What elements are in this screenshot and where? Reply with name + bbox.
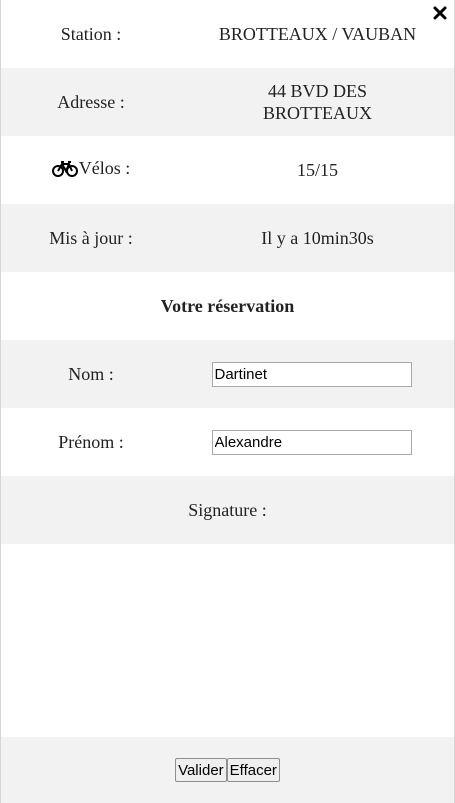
reservation-heading: Votre réservation (160, 295, 295, 316)
station-panel: Station : BROTTEAUX / VAUBAN Adresse : 4… (0, 0, 455, 803)
first-name-wrap (181, 429, 454, 455)
first-name-row: Prénom : (1, 408, 454, 476)
bikes-row: Vélos : 15/15 (1, 136, 454, 204)
updated-row: Mis à jour : Il y a 10min30s (1, 204, 454, 272)
address-label: Adresse : (57, 91, 125, 112)
close-icon[interactable] (432, 5, 448, 21)
bicycle-icon (51, 161, 78, 182)
validate-button[interactable]: Valider (175, 758, 227, 782)
address-value: 44 BVD DES BROTTEAUX (263, 81, 372, 123)
signature-canvas[interactable] (1, 544, 454, 737)
bikes-label-cell: Vélos : (1, 158, 181, 182)
first-name-input[interactable] (211, 429, 412, 455)
updated-label: Mis à jour : (49, 227, 133, 248)
last-name-wrap (181, 361, 454, 387)
clear-button[interactable]: Effacer (226, 758, 280, 782)
bikes-label: Vélos : (78, 158, 131, 178)
address-row: Adresse : 44 BVD DES BROTTEAUX (1, 68, 454, 136)
station-label: Station : (60, 23, 122, 44)
station-name: BROTTEAUX / VAUBAN (218, 24, 417, 44)
last-name-label: Nom : (68, 363, 114, 384)
updated-value: Il y a 10min30s (261, 228, 374, 248)
first-name-label: Prénom : (58, 431, 124, 452)
signature-label: Signature : (1, 476, 454, 544)
last-name-input[interactable] (211, 361, 412, 387)
action-bar: Valider Effacer (1, 737, 454, 803)
bikes-count: 15/15 (296, 160, 338, 180)
last-name-row: Nom : (1, 340, 454, 408)
station-row: Station : BROTTEAUX / VAUBAN (1, 0, 454, 68)
